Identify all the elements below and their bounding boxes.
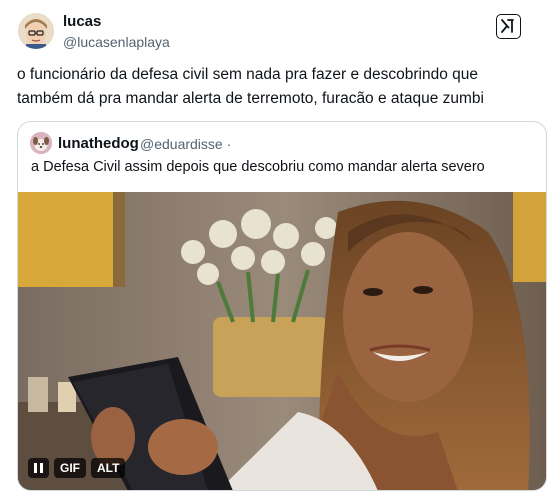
tweet-author-name[interactable]: lucas (63, 13, 101, 30)
cartoon-avatar-icon (18, 13, 54, 49)
woman-looking-at-phone-gif (18, 192, 546, 490)
tweet-avatar[interactable] (18, 13, 54, 49)
tweet-text: o funcionário da defesa civil sem nada p… (17, 66, 484, 107)
quote-gif-media[interactable]: GIF ALT (18, 192, 546, 490)
quote-avatar[interactable] (30, 132, 52, 154)
quote-card[interactable]: lunathedog @eduardisse · a Defesa Civil … (17, 121, 547, 491)
x-logo-glyph (501, 19, 514, 33)
x-logo-icon[interactable] (496, 14, 521, 39)
pause-icon (34, 463, 37, 473)
alt-button[interactable]: ALT (91, 458, 126, 478)
quote-author-name[interactable]: lunathedog (58, 135, 139, 152)
quote-author-handle[interactable]: @eduardisse · (140, 136, 231, 152)
tweet-author-handle[interactable]: @lucasenlaplaya (63, 34, 170, 50)
gif-badge: GIF (54, 458, 86, 478)
dog-avatar-icon (30, 132, 52, 154)
pause-button[interactable] (28, 458, 49, 478)
media-controls: GIF ALT (28, 458, 126, 478)
quote-text: a Defesa Civil assim depois que descobri… (31, 159, 485, 175)
pause-icon-bar (40, 463, 43, 473)
